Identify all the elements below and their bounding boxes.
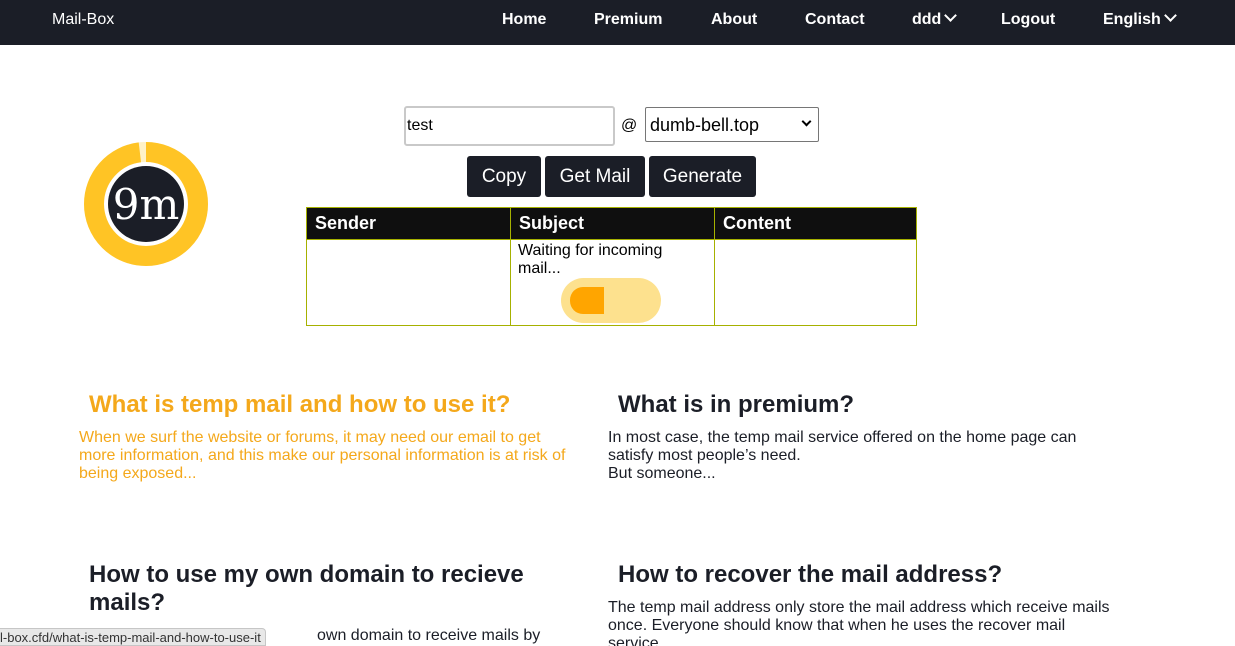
nav-language[interactable]: English bbox=[1103, 9, 1177, 29]
article-body-temp-mail[interactable]: When we surf the website or forums, it m… bbox=[79, 429, 574, 483]
status-bar-url: l-box.cfd/what-is-temp-mail-and-how-to-u… bbox=[0, 628, 266, 646]
header-subject: Subject bbox=[511, 208, 714, 239]
article-body-premium-line2: But someone... bbox=[608, 465, 716, 482]
top-nav: Mail-Box Home Premium About Contact ddd … bbox=[0, 0, 1235, 45]
language-label: English bbox=[1103, 11, 1161, 28]
header-content: Content bbox=[715, 208, 916, 239]
chevron-down-icon bbox=[1163, 9, 1177, 22]
loading-indicator-fill bbox=[570, 287, 604, 314]
at-symbol: @ bbox=[621, 117, 638, 134]
column-divider bbox=[510, 208, 511, 325]
timer-value: 9m bbox=[112, 179, 180, 229]
domain-selected-value: dumb-bell.top bbox=[650, 115, 760, 135]
article-body-premium[interactable]: In most case, the temp mail service offe… bbox=[608, 429, 1103, 483]
copy-button[interactable]: Copy bbox=[467, 156, 541, 197]
expiry-timer: 9m bbox=[84, 142, 208, 266]
article-body-recover[interactable]: The temp mail address only store the mai… bbox=[608, 599, 1118, 646]
chevron-down-icon bbox=[944, 9, 958, 22]
generate-button[interactable]: Generate bbox=[649, 156, 756, 197]
header-sender: Sender bbox=[307, 208, 510, 239]
nav-user-menu[interactable]: ddd bbox=[912, 9, 958, 29]
row-divider bbox=[307, 239, 916, 240]
article-title-recover[interactable]: How to recover the mail address? bbox=[618, 561, 1098, 589]
get-mail-button[interactable]: Get Mail bbox=[545, 156, 645, 197]
user-menu-label: ddd bbox=[912, 11, 942, 28]
nav-premium[interactable]: Premium bbox=[594, 11, 662, 29]
article-title-temp-mail[interactable]: What is temp mail and how to use it? bbox=[89, 391, 569, 419]
waiting-message: Waiting for incoming mail... bbox=[518, 242, 663, 277]
chevron-down-icon bbox=[801, 116, 812, 127]
article-body-premium-line1: In most case, the temp mail service offe… bbox=[608, 429, 1077, 464]
nav-logout[interactable]: Logout bbox=[1001, 11, 1055, 29]
brand-logo[interactable]: Mail-Box bbox=[52, 11, 114, 29]
inbox-table: Sender Subject Content Waiting for incom… bbox=[306, 207, 917, 326]
nav-contact[interactable]: Contact bbox=[805, 11, 865, 29]
column-divider bbox=[714, 208, 715, 325]
loading-indicator bbox=[561, 278, 661, 323]
domain-select[interactable]: dumb-bell.top bbox=[645, 107, 819, 142]
article-title-own-domain[interactable]: How to use my own domain to recieve mail… bbox=[89, 561, 559, 617]
mail-name-input[interactable] bbox=[404, 106, 615, 146]
nav-about[interactable]: About bbox=[711, 11, 757, 29]
nav-home[interactable]: Home bbox=[502, 11, 546, 29]
article-title-premium[interactable]: What is in premium? bbox=[618, 391, 1098, 419]
article-body-own-domain[interactable]: own domain to receive mails by bbox=[317, 627, 577, 645]
